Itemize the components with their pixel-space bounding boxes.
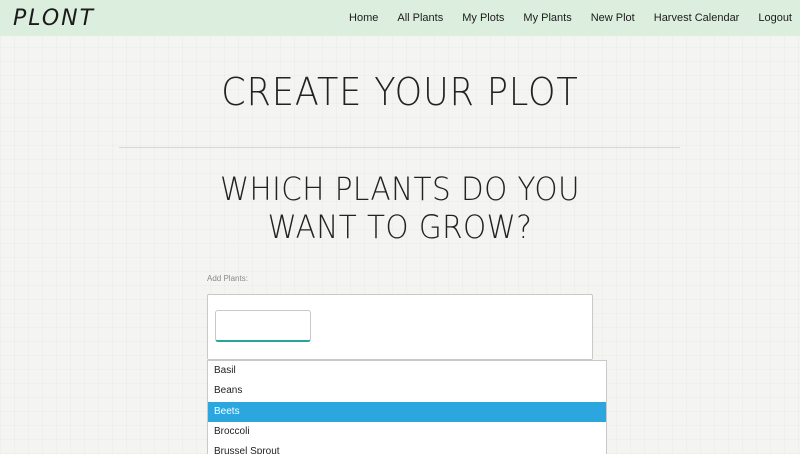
nav-link-all-plants[interactable]: All Plants — [397, 12, 443, 24]
dropdown-item-beans[interactable]: Beans — [208, 381, 606, 401]
nav-link-new-plot[interactable]: New Plot — [591, 12, 635, 24]
plant-search-input[interactable] — [215, 310, 311, 342]
nav-link-logout[interactable]: Logout — [758, 12, 792, 24]
plant-dropdown[interactable]: Basil Beans Beets Broccoli Brussel Sprou… — [207, 360, 607, 454]
nav-link-home[interactable]: Home — [349, 12, 378, 24]
nav-link-my-plots[interactable]: My Plots — [462, 12, 504, 24]
divider — [119, 147, 680, 148]
nav-links: Home All Plants My Plots My Plants New P… — [330, 0, 792, 36]
dropdown-item-brussel-sprout[interactable]: Brussel Sprout — [208, 442, 606, 454]
dropdown-item-beets[interactable]: Beets — [208, 401, 606, 422]
page-title: CREATE YOUR PLOT — [221, 70, 579, 114]
section-title-line2: WANT TO GROW? — [267, 208, 533, 246]
section-title-line1: WHICH PLANTS DO YOU — [219, 170, 581, 208]
dropdown-item-basil[interactable]: Basil — [208, 361, 606, 381]
navbar: PLONT Home All Plants My Plots My Plants… — [0, 0, 800, 36]
add-plants-label: Add Plants: — [207, 274, 248, 283]
dropdown-item-broccoli[interactable]: Broccoli — [208, 422, 606, 442]
section-title: WHICH PLANTS DO YOU WANT TO GROW? — [32, 170, 768, 246]
nav-link-my-plants[interactable]: My Plants — [523, 12, 571, 24]
nav-link-harvest-calendar[interactable]: Harvest Calendar — [654, 12, 740, 24]
brand-logo[interactable]: PLONT — [13, 6, 95, 31]
